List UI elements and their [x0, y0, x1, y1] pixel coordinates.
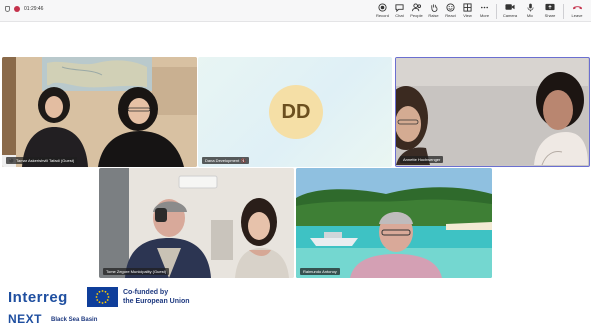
- participant-tile-3[interactable]: Annette Hochwenger: [395, 57, 590, 167]
- participant-video-1: [2, 57, 197, 167]
- chat-button[interactable]: Chat: [391, 2, 408, 18]
- mic-button[interactable]: Mic: [520, 2, 540, 18]
- participant-video-3: [396, 58, 588, 166]
- mic-icon: ⚫: [9, 158, 14, 163]
- view-label: View: [463, 13, 472, 18]
- participant-name-tag-2: Dana Development 🔇: [202, 157, 250, 164]
- participant-video-5: [296, 168, 492, 278]
- participant-tile-1[interactable]: ⚫ Tamar Askerishvili Tafadi (Guest): [2, 57, 197, 167]
- share-button[interactable]: Share: [540, 2, 560, 18]
- interreg-logo: Interreg: [8, 289, 68, 306]
- share-icon: [545, 2, 555, 12]
- leave-icon: [572, 2, 583, 12]
- meeting-timer: 01:29:46: [5, 6, 43, 12]
- leave-button[interactable]: Leave: [567, 2, 587, 18]
- participant-name-tag-1: ⚫ Tamar Askerishvili Tafadi (Guest): [6, 157, 78, 164]
- black-sea-basin-label: Black Sea Basin: [51, 317, 98, 323]
- raise-hand-icon: [430, 2, 438, 12]
- participant-name-5: Raimundo Antonoy: [303, 269, 337, 274]
- record-button[interactable]: Record: [374, 2, 391, 18]
- meeting-toolbar: 01:29:46 Record Chat People Raise React …: [0, 0, 591, 22]
- recording-indicator-icon: [14, 6, 20, 12]
- avatar: DD: [269, 85, 323, 139]
- timer-text: 01:29:46: [24, 6, 44, 12]
- participant-name-4: Tome Zegore Municipality (Guest): [106, 269, 167, 274]
- record-label: Record: [376, 13, 389, 18]
- people-label: People: [410, 13, 423, 18]
- participant-name-2: Dana Development: [205, 158, 240, 163]
- mic-label: Mic: [526, 13, 534, 18]
- participant-name-1: Tamar Askerishvili Tafadi (Guest): [15, 158, 75, 163]
- participant-tile-4[interactable]: Tome Zegore Municipality (Guest): [99, 168, 294, 278]
- camera-label: Camera: [502, 13, 518, 18]
- more-button[interactable]: More: [476, 2, 493, 18]
- view-button[interactable]: View: [459, 2, 476, 18]
- interreg-branding-footer: Interreg Co-funded by the European Union…: [0, 279, 591, 329]
- mic-icon: [527, 2, 534, 12]
- cofunded-text: Co-funded by the European Union: [123, 288, 190, 306]
- shield-icon: [5, 6, 10, 12]
- participant-name-tag-3: Annette Hochwenger: [400, 156, 444, 163]
- chat-icon: [395, 2, 404, 12]
- eu-flag-icon: [87, 287, 118, 307]
- record-icon: [378, 2, 387, 12]
- participant-video-4: [99, 168, 294, 278]
- people-button[interactable]: People: [408, 2, 425, 18]
- cofunded-line-1: Co-funded by: [123, 289, 169, 296]
- toolbar-divider: [496, 4, 497, 19]
- participant-tile-2[interactable]: DD Dana Development 🔇: [198, 57, 392, 167]
- participant-name-tag-4: Tome Zegore Municipality (Guest): [103, 268, 170, 275]
- participant-name-tag-5: Raimundo Antonoy: [300, 268, 340, 275]
- camera-icon: [505, 2, 515, 12]
- share-label: Share: [544, 13, 556, 18]
- participant-name-3: Annette Hochwenger: [403, 157, 441, 162]
- react-button[interactable]: React: [442, 2, 459, 18]
- people-icon: [411, 2, 422, 12]
- more-label: More: [479, 13, 490, 18]
- leave-label: Leave: [571, 13, 583, 18]
- more-icon: [480, 2, 489, 12]
- raise-hand-button[interactable]: Raise: [425, 2, 442, 18]
- raise-label: Raise: [428, 13, 439, 18]
- next-logo: NEXT: [8, 312, 43, 326]
- meeting-window: 01:29:46 Record Chat People Raise React …: [0, 0, 591, 329]
- cofunded-line-2: the European Union: [123, 298, 190, 305]
- participant-tile-5[interactable]: Raimundo Antonoy: [296, 168, 492, 278]
- camera-button[interactable]: Camera: [500, 2, 520, 18]
- toolbar-buttons: Record Chat People Raise React View More…: [374, 2, 587, 19]
- react-icon: [446, 2, 455, 12]
- view-icon: [463, 2, 472, 12]
- mic-off-icon: 🔇: [241, 158, 247, 163]
- toolbar-divider-2: [563, 4, 564, 19]
- react-label: React: [445, 13, 456, 18]
- chat-label: Chat: [395, 13, 404, 18]
